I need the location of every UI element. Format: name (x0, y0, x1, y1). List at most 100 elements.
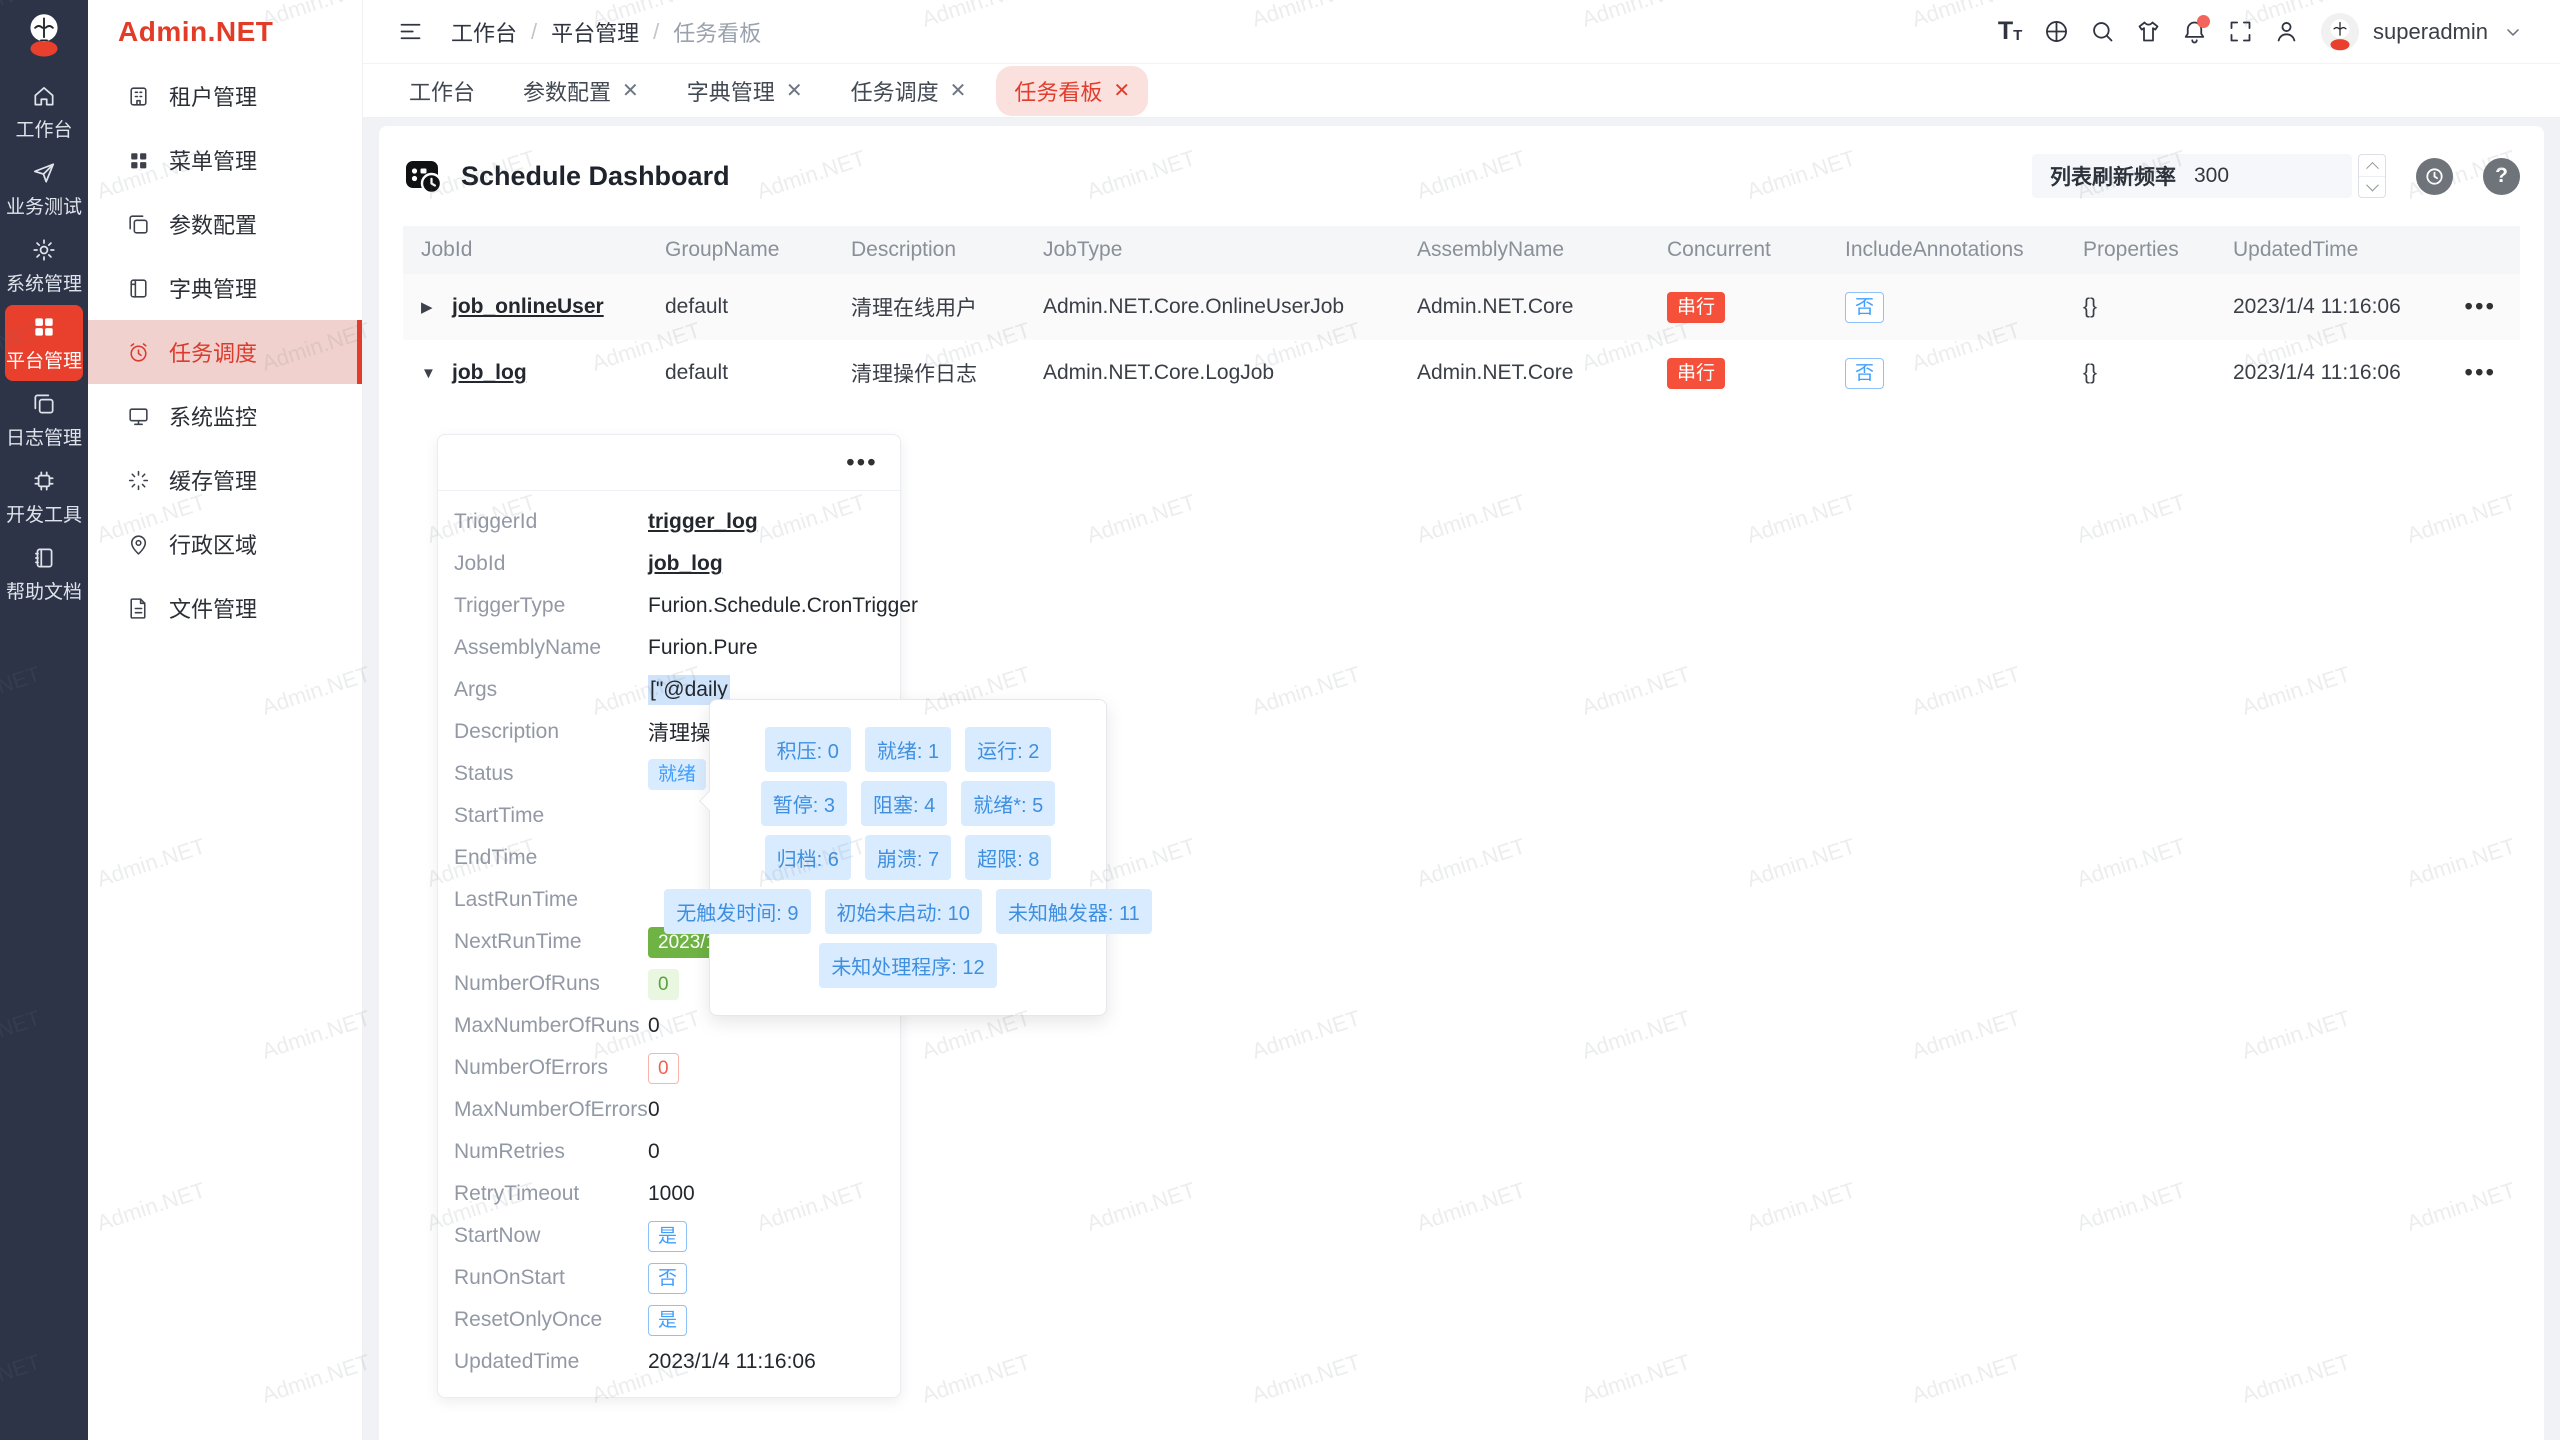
tab-param-config[interactable]: 参数配置 ✕ (505, 66, 657, 116)
job-id-link[interactable]: job_log (452, 361, 527, 385)
tab-task-dashboard[interactable]: 任务看板 ✕ (996, 66, 1148, 116)
status-badge[interactable]: 就绪 (648, 759, 706, 790)
job-id-link[interactable]: job_log (648, 552, 723, 576)
sidebar-item-cache-mgmt[interactable]: 缓存管理 (88, 448, 362, 512)
hamburger-icon (397, 18, 424, 45)
job-type-cell: Admin.NET.Core.LogJob (1031, 340, 1405, 406)
refresh-frequency-label: 列表刷新频率 (2050, 161, 2176, 191)
sidebar-item-label: 租户管理 (169, 80, 257, 112)
rail-item-platform-mgmt[interactable]: 平台管理 (5, 305, 83, 381)
tab-dict-mgmt[interactable]: 字典管理 ✕ (669, 66, 821, 116)
close-icon[interactable]: ✕ (950, 81, 967, 101)
trigger-id-link[interactable]: trigger_log (648, 510, 758, 534)
chevron-up-icon (2366, 162, 2379, 175)
column-header-includeannotations: IncludeAnnotations (1833, 226, 2071, 274)
fullscreen-button[interactable] (2219, 11, 2261, 53)
row-more-actions-button[interactable]: ••• (2465, 368, 2497, 377)
profile-button[interactable] (2265, 11, 2307, 53)
sidebar-item-tenant-mgmt[interactable]: 租户管理 (88, 64, 362, 128)
jobs-table: JobId GroupName Description JobType Asse… (403, 226, 2520, 1440)
sidebar-item-label: 行政区域 (169, 528, 257, 560)
language-button[interactable] (2035, 11, 2077, 53)
status-legend-badge: 就绪*: 5 (961, 781, 1055, 826)
detail-row: JobIdjob_log (438, 543, 900, 585)
collapse-row-icon[interactable]: ▼ (421, 365, 436, 382)
rail-item-system-mgmt[interactable]: 系统管理 (5, 228, 83, 304)
sidebar-item-label: 参数配置 (169, 208, 257, 240)
status-legend-badge: 阻塞: 4 (861, 781, 947, 826)
reset-only-once-badge: 是 (648, 1305, 687, 1336)
rail-item-dev-tools[interactable]: 开发工具 (5, 459, 83, 535)
column-header-updatedtime: UpdatedTime (2221, 226, 2441, 274)
user-menu-chevron[interactable] (2492, 11, 2534, 53)
row-more-actions-button[interactable]: ••• (2465, 302, 2497, 311)
job-id-link[interactable]: job_onlineUser (452, 295, 604, 319)
topbar: 工作台 / 平台管理 / 任务看板 TT (363, 0, 2560, 64)
close-icon[interactable]: ✕ (622, 81, 639, 101)
sidebar-item-admin-region[interactable]: 行政区域 (88, 512, 362, 576)
close-icon[interactable]: ✕ (786, 81, 803, 101)
detail-more-actions-button[interactable]: ••• (846, 458, 878, 467)
sidebar-item-dict-mgmt[interactable]: 字典管理 (88, 256, 362, 320)
tab-task-schedule[interactable]: 任务调度 ✕ (833, 66, 985, 116)
help-button[interactable]: ? (2483, 158, 2520, 195)
sidebar-item-system-monitor[interactable]: 系统监控 (88, 384, 362, 448)
popover-row: 无触发时间: 9 初始未启动: 10 未知触发器: 11 (722, 889, 1094, 934)
sidebar-item-task-schedule[interactable]: 任务调度 (88, 320, 362, 384)
rail-item-help-docs[interactable]: 帮助文档 (5, 536, 83, 612)
username-label[interactable]: superadmin (2373, 19, 2488, 45)
assembly-name-cell: Admin.NET.Core (1405, 340, 1655, 406)
detail-row: MaxNumberOfErrors0 (438, 1089, 900, 1131)
app-logo-icon[interactable] (19, 8, 69, 58)
breadcrumb-item-current: 任务看板 (673, 16, 761, 48)
rail-item-business-test[interactable]: 业务测试 (5, 151, 83, 227)
sidebar-item-file-mgmt[interactable]: 文件管理 (88, 576, 362, 640)
updated-time-value: 2023/1/4 11:16:06 (648, 1350, 816, 1374)
sidebar-item-label: 缓存管理 (169, 464, 257, 496)
popover-row: 暂停: 3 阻塞: 4 就绪*: 5 (722, 781, 1094, 826)
column-header-jobtype: JobType (1031, 226, 1405, 274)
chip-icon (31, 468, 57, 494)
sidebar-item-param-config[interactable]: 参数配置 (88, 192, 362, 256)
refresh-frequency-input[interactable]: 列表刷新频率 300 (2032, 154, 2352, 198)
collapse-menu-button[interactable] (389, 11, 431, 53)
sidebar-item-menu-mgmt[interactable]: 菜单管理 (88, 128, 362, 192)
user-avatar[interactable] (2321, 13, 2359, 51)
column-header-groupname: GroupName (653, 226, 839, 274)
icon-rail: 工作台 业务测试 系统管理 平台管理 日志管理 开发工具 帮助文档 (0, 0, 88, 1440)
expand-row-icon[interactable]: ▶ (421, 298, 436, 316)
status-legend-badge: 积压: 0 (765, 727, 851, 772)
tab-workbench[interactable]: 工作台 (391, 66, 493, 116)
breadcrumb-item[interactable]: 平台管理 (551, 16, 639, 48)
status-legend-badge: 超限: 8 (965, 835, 1051, 880)
content-area: Schedule Dashboard 列表刷新频率 300 (363, 118, 2560, 1440)
include-annotations-badge: 否 (1845, 358, 1884, 389)
status-legend-badge: 未知触发器: 11 (996, 889, 1152, 934)
breadcrumb-separator: / (653, 19, 659, 45)
menu-grid-icon (126, 148, 151, 173)
tshirt-icon (2135, 18, 2162, 45)
monitor-icon (126, 404, 151, 429)
notifications-button[interactable] (2173, 11, 2215, 53)
theme-button[interactable] (2127, 11, 2169, 53)
rail-item-label: 日志管理 (6, 423, 82, 450)
status-legend-badge: 就绪: 1 (865, 727, 951, 772)
stepper-down-button[interactable] (2359, 176, 2385, 198)
stepper-up-button[interactable] (2359, 155, 2385, 176)
column-header-concurrent: Concurrent (1655, 226, 1833, 274)
column-header-actions (2441, 226, 2520, 274)
assembly-name-value: Furion.Pure (648, 636, 758, 660)
copy-docs-icon (31, 391, 57, 417)
rail-item-log-mgmt[interactable]: 日志管理 (5, 382, 83, 458)
detail-row: NumberOfErrors0 (438, 1047, 900, 1089)
font-size-button[interactable]: TT (1989, 11, 2031, 53)
brand-logo-text[interactable]: Admin.NET (88, 0, 362, 64)
status-legend-badge: 暂停: 3 (761, 781, 847, 826)
close-icon[interactable]: ✕ (1113, 81, 1130, 101)
topbar-actions: TT (1989, 11, 2534, 53)
refresh-timer-button[interactable] (2416, 158, 2453, 195)
column-header-properties: Properties (2071, 226, 2221, 274)
rail-item-workbench[interactable]: 工作台 (5, 74, 83, 150)
breadcrumb-item[interactable]: 工作台 (451, 16, 517, 48)
search-button[interactable] (2081, 11, 2123, 53)
